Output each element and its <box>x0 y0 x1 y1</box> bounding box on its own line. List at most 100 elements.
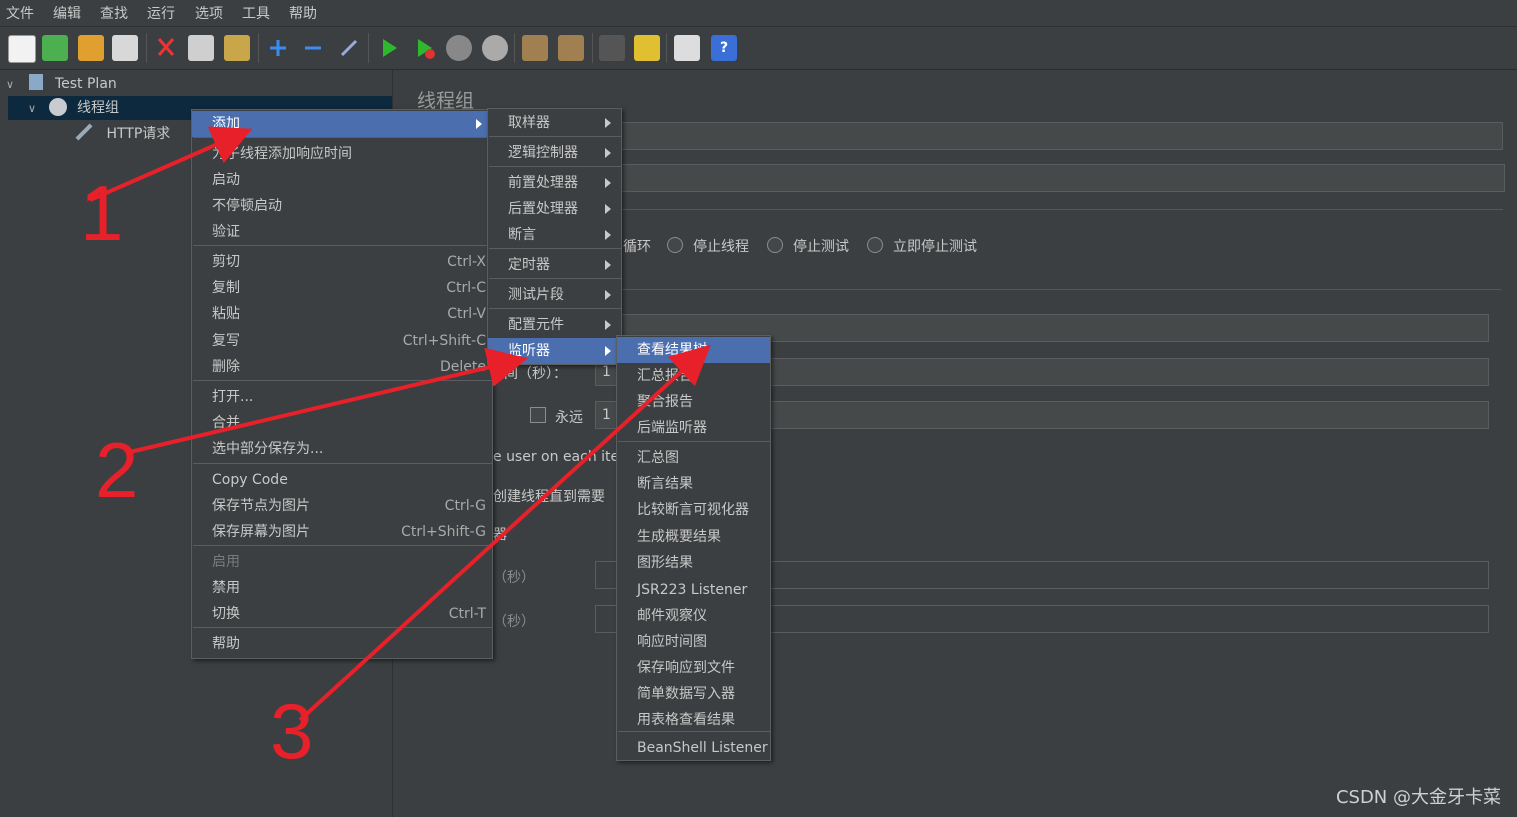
add-submenu-item[interactable]: 监听器 <box>488 338 621 364</box>
listener-submenu-item-label: 响应时间图 <box>637 634 707 650</box>
tree-node-test-plan[interactable]: ∨ Test Plan <box>6 72 117 96</box>
context-menu-item[interactable]: 添加 <box>192 111 492 137</box>
stop-icon[interactable] <box>446 35 472 61</box>
paste-icon[interactable] <box>224 35 250 61</box>
context-menu-item[interactable]: 禁用 <box>192 575 492 601</box>
context-menu-item-label: 不停顿启动 <box>212 198 282 214</box>
menu-separator <box>618 441 771 442</box>
name-field[interactable] <box>615 122 1503 150</box>
context-menu-item-label: 帮助 <box>212 636 240 652</box>
toggle-icon[interactable] <box>336 35 362 61</box>
context-menu-item[interactable]: 为子线程添加响应时间 <box>192 141 492 167</box>
listener-submenu-item[interactable]: 查看结果树 <box>617 337 770 363</box>
start-no-pause-icon[interactable] <box>411 35 437 61</box>
context-menu-item-label: 添加 <box>212 116 240 132</box>
context-menu-item[interactable]: 剪切 Ctrl-X <box>192 249 492 275</box>
radio-stop-thread-label: 停止线程 <box>693 239 749 255</box>
comments-field[interactable] <box>615 164 1505 192</box>
context-menu-item[interactable]: 删除 Delete <box>192 354 492 380</box>
search-icon[interactable] <box>599 35 625 61</box>
radio-stop-test[interactable] <box>767 237 783 253</box>
listener-submenu-item[interactable]: BeanShell Listener <box>617 735 770 761</box>
menu-run[interactable]: 运行 <box>147 3 175 23</box>
add-submenu-item[interactable]: 测试片段 <box>488 282 621 308</box>
new-icon[interactable] <box>8 35 36 63</box>
context-menu-item[interactable]: 复写 Ctrl+Shift-C <box>192 328 492 354</box>
divider <box>615 209 1503 210</box>
listener-submenu-item[interactable]: 用表格查看结果 <box>617 707 770 733</box>
radio-stop-test-label: 停止测试 <box>793 239 849 255</box>
forever-checkbox[interactable] <box>530 407 546 423</box>
context-menu-item-label: 复制 <box>212 280 240 296</box>
clear-icon[interactable] <box>522 35 548 61</box>
collapse-icon[interactable] <box>300 35 326 61</box>
function-helper-icon[interactable] <box>674 35 700 61</box>
listener-submenu-item[interactable]: JSR223 Listener <box>617 577 770 603</box>
gear-icon <box>48 98 67 116</box>
listener-submenu-item[interactable]: 保存响应到文件 <box>617 655 770 681</box>
add-submenu-item[interactable]: 配置元件 <box>488 312 621 338</box>
save-icon[interactable] <box>112 35 138 61</box>
listener-submenu-item[interactable]: 后端监听器 <box>617 415 770 441</box>
menu-separator <box>193 627 493 628</box>
add-submenu-item[interactable]: 取样器 <box>488 110 621 136</box>
context-menu-item[interactable]: 选中部分保存为... <box>192 436 492 462</box>
add-submenu-item[interactable]: 后置处理器 <box>488 196 621 222</box>
context-menu-item[interactable]: 复制 Ctrl-C <box>192 275 492 301</box>
add-submenu-item[interactable]: 前置处理器 <box>488 170 621 196</box>
listener-submenu-item-label: 图形结果 <box>637 555 693 571</box>
templates-icon[interactable] <box>42 35 68 61</box>
listener-submenu-item[interactable]: 断言结果 <box>617 471 770 497</box>
context-menu-item[interactable]: 打开... <box>192 384 492 410</box>
shortcut-label: Ctrl-C <box>446 280 486 296</box>
context-menu-item[interactable]: 不停顿启动 <box>192 193 492 219</box>
radio-stop-now[interactable] <box>867 237 883 253</box>
context-menu-item[interactable]: 验证 <box>192 219 492 245</box>
context-menu-item[interactable]: 帮助 <box>192 631 492 657</box>
add-submenu: 取样器逻辑控制器前置处理器 后置处理器 断言定时器测试片段配置元件 监听器 <box>487 108 622 365</box>
add-submenu-item[interactable]: 逻辑控制器 <box>488 140 621 166</box>
help-icon[interactable]: ? <box>711 35 737 61</box>
listener-submenu-item[interactable]: 比较断言可视化器 <box>617 497 770 523</box>
open-icon[interactable] <box>78 35 104 61</box>
menu-file[interactable]: 文件 <box>6 3 34 23</box>
start-icon[interactable] <box>376 35 402 61</box>
context-menu-item[interactable]: 切换 Ctrl-T <box>192 601 492 627</box>
copy-icon[interactable] <box>188 35 214 61</box>
expand-icon[interactable] <box>265 35 291 61</box>
context-menu-item[interactable]: Copy Code <box>192 467 492 493</box>
reset-search-icon[interactable] <box>634 35 660 61</box>
add-submenu-item[interactable]: 定时器 <box>488 252 621 278</box>
listener-submenu-item[interactable]: 简单数据写入器 <box>617 681 770 707</box>
listener-submenu-item[interactable]: 生成概要结果 <box>617 524 770 550</box>
add-submenu-item-label: 测试片段 <box>508 287 564 303</box>
tree-node-http-request[interactable]: HTTP请求 <box>74 122 170 146</box>
context-menu-item[interactable]: 启动 <box>192 167 492 193</box>
shutdown-icon[interactable] <box>482 35 508 61</box>
radio-stop-thread[interactable] <box>667 237 683 253</box>
clear-all-icon[interactable] <box>558 35 584 61</box>
listener-submenu-item[interactable]: 图形结果 <box>617 550 770 576</box>
listener-submenu-item-label: 生成概要结果 <box>637 529 721 545</box>
context-menu-item[interactable]: 保存屏幕为图片 Ctrl+Shift-G <box>192 519 492 545</box>
menu-options[interactable]: 选项 <box>195 3 223 23</box>
context-menu-item[interactable]: 合并 <box>192 410 492 436</box>
listener-submenu-item[interactable]: 汇总图 <box>617 445 770 471</box>
listener-submenu-item-label: BeanShell Listener <box>637 740 768 756</box>
listener-submenu-item[interactable]: 汇总报告 <box>617 363 770 389</box>
menu-edit[interactable]: 编辑 <box>53 3 81 23</box>
menu-tools[interactable]: 工具 <box>242 3 270 23</box>
chevron-right-icon <box>605 148 611 158</box>
menu-search[interactable]: 查找 <box>100 3 128 23</box>
listener-submenu-item[interactable]: 聚合报告 <box>617 389 770 415</box>
listener-submenu-item[interactable]: 响应时间图 <box>617 629 770 655</box>
listener-submenu-item[interactable]: 邮件观察仪 <box>617 603 770 629</box>
shortcut-label: Ctrl+Shift-G <box>401 524 486 540</box>
cut-icon[interactable] <box>153 35 179 61</box>
add-submenu-item[interactable]: 断言 <box>488 222 621 248</box>
context-menu-item-label: 删除 <box>212 359 240 375</box>
context-menu-item[interactable]: 保存节点为图片 Ctrl-G <box>192 493 492 519</box>
context-menu-item[interactable]: 粘贴 Ctrl-V <box>192 301 492 327</box>
menu-separator <box>193 245 493 246</box>
menu-help[interactable]: 帮助 <box>289 3 317 23</box>
